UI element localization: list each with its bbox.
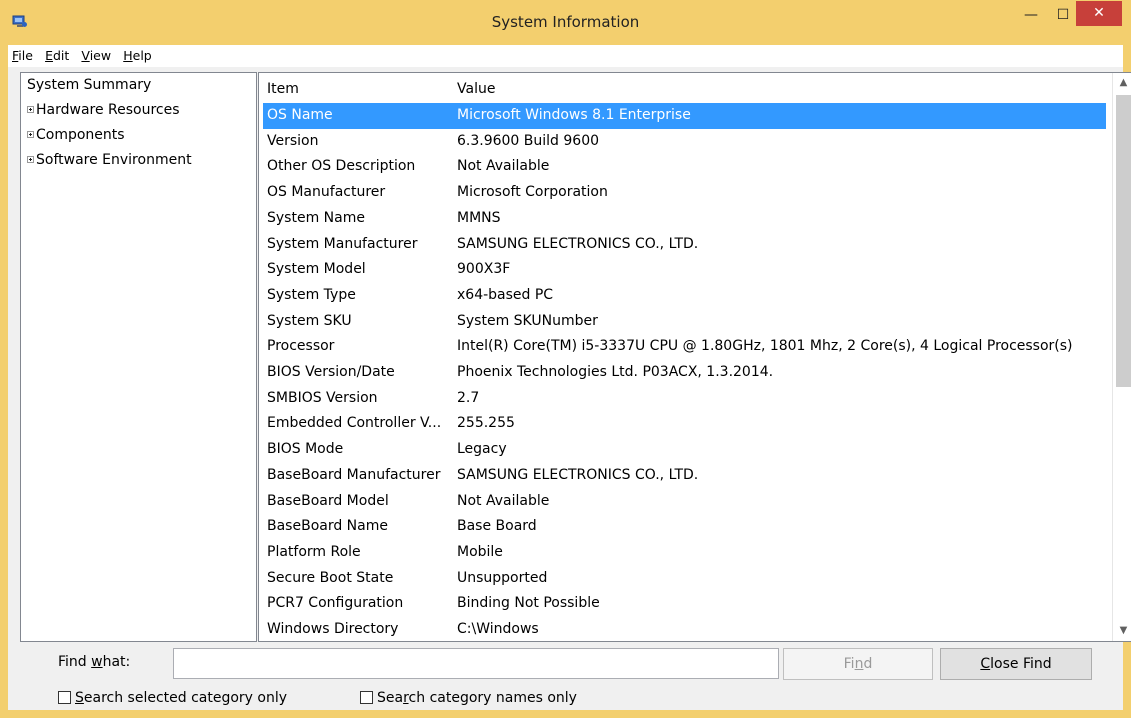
table-row[interactable]: Windows Directory C:\Windows bbox=[263, 617, 1106, 641]
row-value-cell: Not Available bbox=[457, 492, 550, 509]
find-what-label: Find what: bbox=[58, 654, 131, 670]
menu-bar: File Edit View Help bbox=[8, 45, 1123, 67]
row-item-cell: OS Manufacturer bbox=[267, 184, 386, 201]
row-item-cell: Platform Role bbox=[267, 543, 361, 560]
row-value-cell: SAMSUNG ELECTRONICS CO., LTD. bbox=[457, 235, 699, 252]
row-item-cell: BaseBoard Manufacturer bbox=[267, 466, 441, 483]
column-header-value[interactable]: Value bbox=[457, 73, 495, 98]
search-selected-category-checkbox[interactable]: Search selected category only bbox=[58, 689, 287, 707]
table-row[interactable]: BaseBoard Manufacturer SAMSUNG ELECTRONIC… bbox=[263, 463, 1106, 489]
expand-icon[interactable] bbox=[27, 156, 34, 163]
table-row[interactable]: BaseBoard Name Base Board bbox=[263, 514, 1106, 540]
row-value-cell: Intel(R) Core(TM) i5-3337U CPU @ 1.80GHz… bbox=[457, 338, 1073, 355]
checkbox-icon[interactable] bbox=[360, 691, 373, 704]
scroll-down-arrow-icon[interactable]: ▼ bbox=[1113, 621, 1131, 641]
row-value-cell: Binding Not Possible bbox=[457, 595, 600, 612]
row-value-cell: Legacy bbox=[457, 441, 507, 458]
row-value-cell: 900X3F bbox=[457, 261, 511, 278]
category-tree: System Summary Hardware Resources Compon… bbox=[20, 72, 257, 642]
menu-file[interactable]: File bbox=[8, 45, 37, 67]
checkbox-icon[interactable] bbox=[58, 691, 71, 704]
table-row[interactable]: System SKU System SKUNumber bbox=[263, 309, 1106, 335]
menu-view[interactable]: View bbox=[77, 45, 115, 67]
table-row[interactable]: System Model 900X3F bbox=[263, 257, 1106, 283]
row-item-cell: System Type bbox=[267, 286, 356, 303]
expand-icon[interactable] bbox=[27, 106, 34, 113]
table-row[interactable]: OS Name Microsoft Windows 8.1 Enterprise bbox=[263, 103, 1106, 129]
row-item-cell: Embedded Controller V... bbox=[267, 415, 442, 432]
system-information-window: System Information — ☐ ✕ File Edit View … bbox=[0, 0, 1131, 718]
row-item-cell: System Model bbox=[267, 261, 366, 278]
row-item-cell: BIOS Mode bbox=[267, 441, 344, 458]
menu-edit[interactable]: Edit bbox=[41, 45, 73, 67]
table-row[interactable]: Processor Intel(R) Core(TM) i5-3337U CPU … bbox=[263, 334, 1106, 360]
row-value-cell: Base Board bbox=[457, 518, 537, 535]
table-row[interactable]: OS Manufacturer Microsoft Corporation bbox=[263, 180, 1106, 206]
row-value-cell: System SKUNumber bbox=[457, 312, 598, 329]
column-header-item[interactable]: Item bbox=[267, 73, 299, 98]
table-row[interactable]: Other OS Description Not Available bbox=[263, 154, 1106, 180]
list-header: Item Value bbox=[259, 73, 1114, 98]
row-value-cell: 255.255 bbox=[457, 415, 515, 432]
close-find-button[interactable]: Close Find bbox=[940, 648, 1092, 680]
row-item-cell: Version bbox=[267, 132, 319, 149]
row-item-cell: BaseBoard Name bbox=[267, 518, 388, 535]
table-row[interactable]: Platform Role Mobile bbox=[263, 540, 1106, 566]
close-button[interactable]: ✕ bbox=[1076, 1, 1122, 26]
find-button[interactable]: Find bbox=[783, 648, 933, 680]
table-row[interactable]: PCR7 Configuration Binding Not Possible bbox=[263, 591, 1106, 617]
table-row[interactable]: BIOS Version/Date Phoenix Technologies Lt… bbox=[263, 360, 1106, 386]
row-value-cell: 6.3.9600 Build 9600 bbox=[457, 132, 600, 149]
tree-item-system-summary[interactable]: System Summary bbox=[21, 73, 256, 98]
expand-icon[interactable] bbox=[27, 131, 34, 138]
scrollbar-thumb[interactable] bbox=[1116, 95, 1131, 387]
client-area: System Summary Hardware Resources Compon… bbox=[8, 67, 1131, 710]
row-value-cell: Not Available bbox=[457, 158, 550, 175]
row-item-cell: System Name bbox=[267, 209, 365, 226]
tree-item-hardware-resources[interactable]: Hardware Resources bbox=[21, 98, 256, 123]
row-item-cell: BIOS Version/Date bbox=[267, 364, 395, 380]
title-bar[interactable]: System Information — ☐ ✕ bbox=[0, 0, 1131, 45]
table-row[interactable]: SMBIOS Version 2.7 bbox=[263, 386, 1106, 412]
row-value-cell: C:\Windows bbox=[457, 621, 539, 637]
row-value-cell: Microsoft Corporation bbox=[457, 184, 608, 201]
search-category-names-checkbox[interactable]: Search category names only bbox=[360, 689, 577, 707]
table-row[interactable]: Embedded Controller V... 255.255 bbox=[263, 411, 1106, 437]
tree-item-components[interactable]: Components bbox=[21, 123, 256, 148]
row-value-cell: Phoenix Technologies Ltd. P03ACX, 1.3.20… bbox=[457, 364, 774, 380]
find-what-input[interactable] bbox=[173, 648, 779, 679]
row-item-cell: Processor bbox=[267, 338, 335, 355]
row-item-cell: PCR7 Configuration bbox=[267, 595, 404, 612]
table-row[interactable]: System Name MMNS bbox=[263, 206, 1106, 232]
tree-item-software-environment[interactable]: Software Environment bbox=[21, 148, 256, 173]
table-row[interactable]: Secure Boot State Unsupported bbox=[263, 566, 1106, 592]
row-item-cell: Windows Directory bbox=[267, 621, 399, 637]
row-item-cell: System SKU bbox=[267, 312, 352, 329]
row-item-cell: System Manufacturer bbox=[267, 235, 418, 252]
row-value-cell: Unsupported bbox=[457, 569, 548, 586]
scroll-up-arrow-icon[interactable]: ▲ bbox=[1113, 73, 1131, 93]
row-value-cell: SAMSUNG ELECTRONICS CO., LTD. bbox=[457, 466, 699, 483]
table-row[interactable]: System Type x64-based PC bbox=[263, 283, 1106, 309]
details-list: Item Value OS Name Microsoft Windows 8.1 … bbox=[258, 72, 1131, 642]
table-row[interactable]: System Manufacturer SAMSUNG ELECTRONICS C… bbox=[263, 232, 1106, 258]
row-item-cell: Secure Boot State bbox=[267, 569, 394, 586]
row-value-cell: MMNS bbox=[457, 209, 501, 226]
row-value-cell: Microsoft Windows 8.1 Enterprise bbox=[457, 107, 691, 123]
row-value-cell: 2.7 bbox=[457, 389, 480, 406]
table-row[interactable]: Version 6.3.9600 Build 9600 bbox=[263, 129, 1106, 155]
row-value-cell: Mobile bbox=[457, 543, 503, 560]
table-row[interactable]: BaseBoard Model Not Available bbox=[263, 489, 1106, 515]
menu-help[interactable]: Help bbox=[119, 45, 156, 67]
row-item-cell: SMBIOS Version bbox=[267, 389, 378, 406]
vertical-scrollbar[interactable]: ▲ ▼ bbox=[1112, 73, 1131, 641]
row-item-cell: BaseBoard Model bbox=[267, 492, 389, 509]
row-item-cell: OS Name bbox=[267, 107, 333, 123]
table-row[interactable]: BIOS Mode Legacy bbox=[263, 437, 1106, 463]
row-value-cell: x64-based PC bbox=[457, 286, 554, 303]
row-item-cell: Other OS Description bbox=[267, 158, 416, 175]
window-title: System Information bbox=[491, 13, 640, 31]
